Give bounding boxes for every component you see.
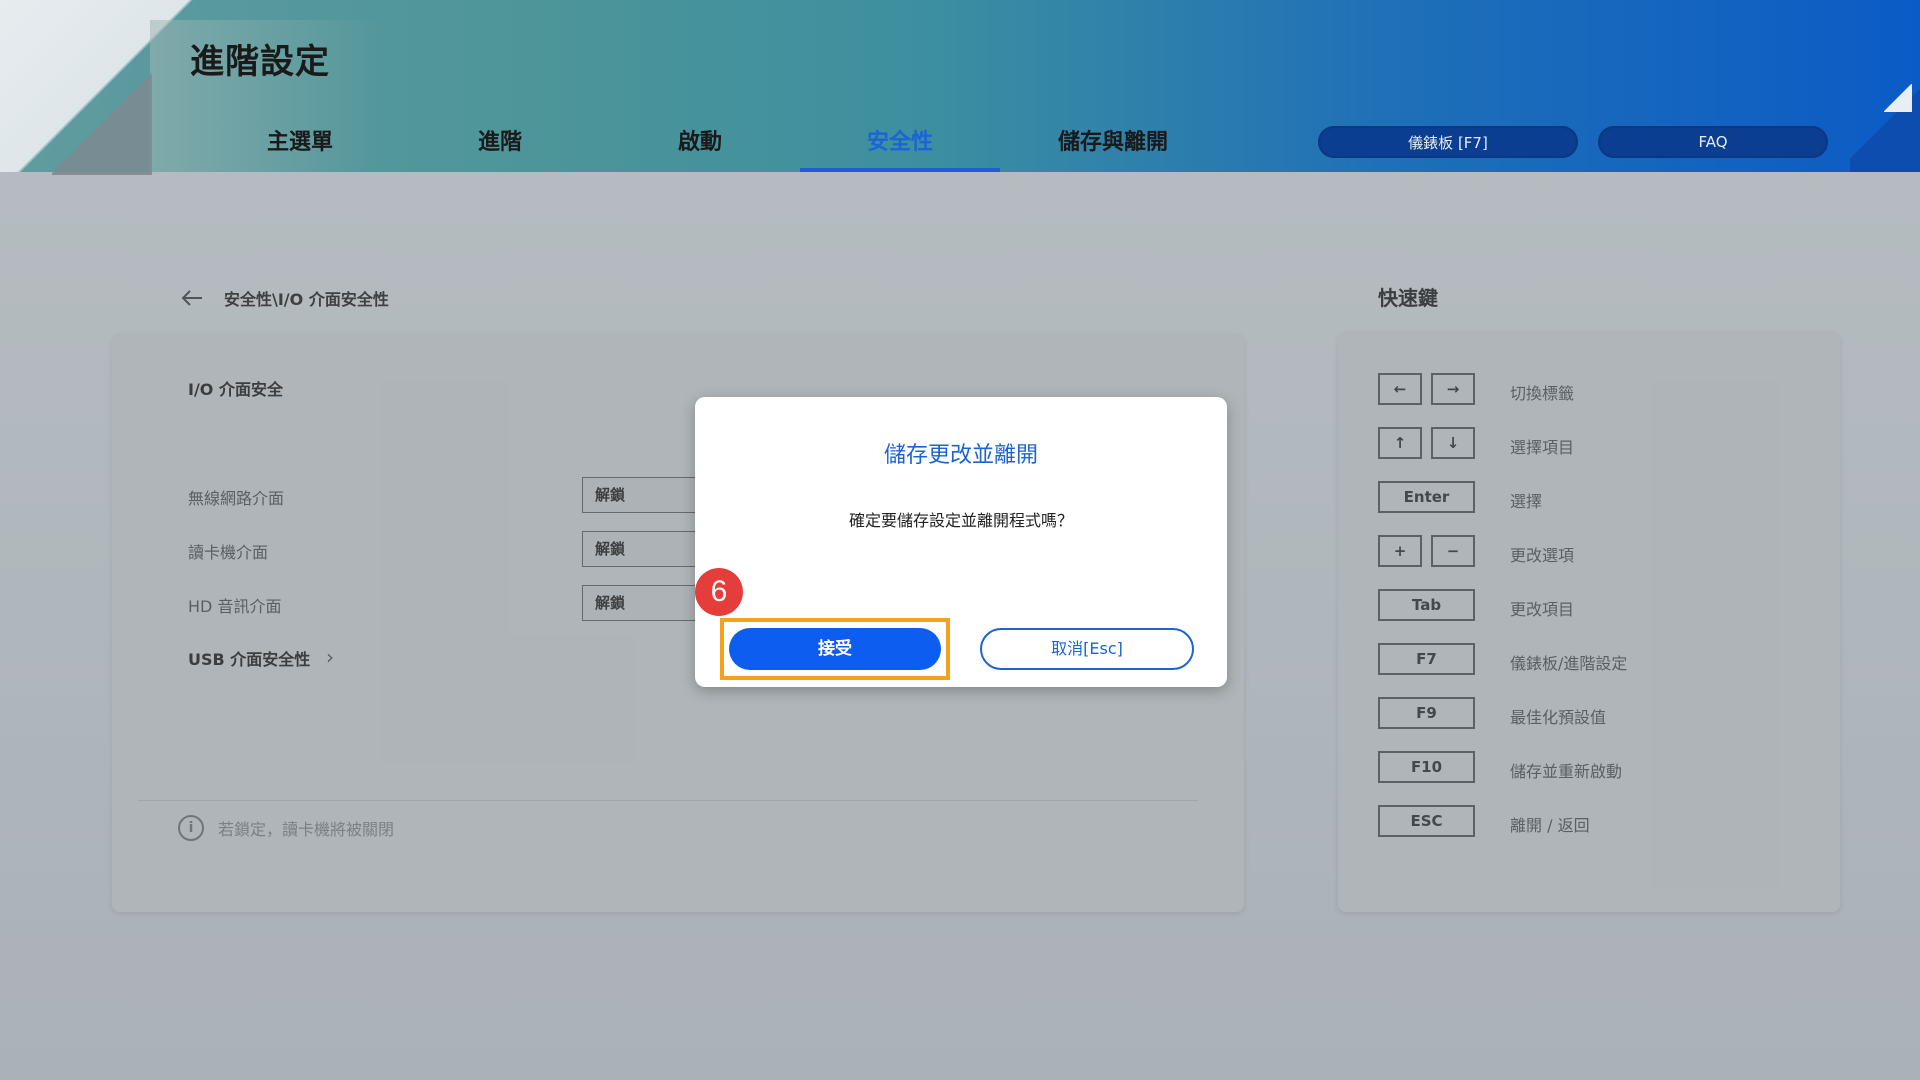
tab-save-exit[interactable]: 儲存與離開 xyxy=(1033,124,1193,156)
step-number-badge: 6 xyxy=(695,568,743,616)
faq-button[interactable]: FAQ xyxy=(1598,126,1828,158)
cancel-button[interactable]: 取消[Esc] xyxy=(980,628,1194,670)
header-decoration xyxy=(52,65,152,175)
page-title: 進階設定 xyxy=(190,42,330,82)
tab-security[interactable]: 安全性 xyxy=(850,124,950,156)
tab-boot[interactable]: 啟動 xyxy=(650,124,750,156)
tab-main-menu[interactable]: 主選單 xyxy=(250,124,350,156)
dialog-title: 儲存更改並離開 xyxy=(883,443,1038,468)
dashboard-button[interactable]: 儀錶板 [F7] xyxy=(1318,126,1578,158)
dialog-message: 確定要儲存設定並離開程式嗎？ xyxy=(848,511,1073,530)
header-decoration xyxy=(1884,84,1912,112)
accept-button[interactable]: 接受 xyxy=(729,628,941,670)
tab-advanced[interactable]: 進階 xyxy=(450,124,550,156)
